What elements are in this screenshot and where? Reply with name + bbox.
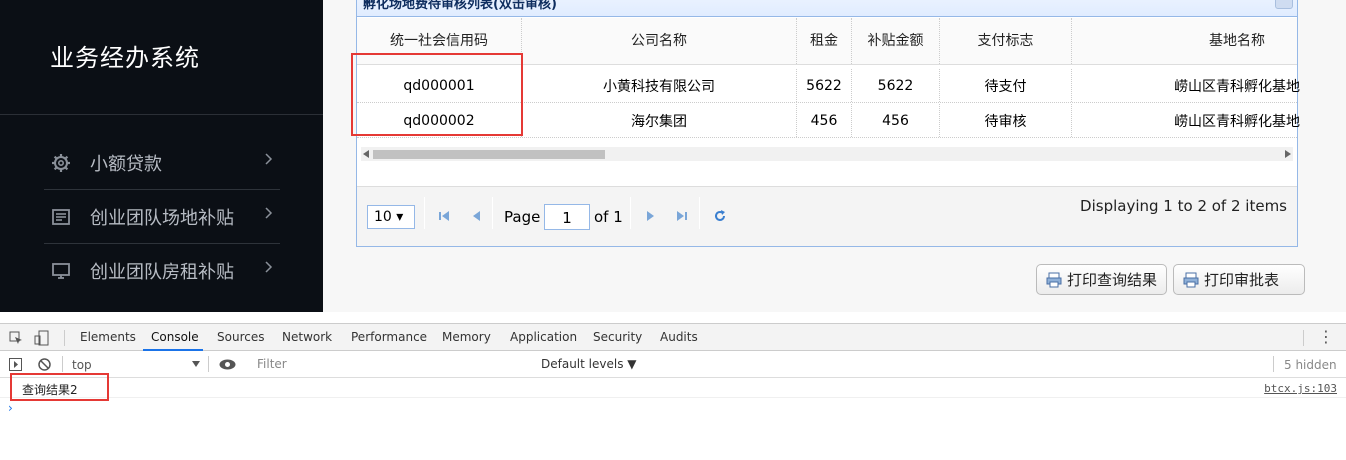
pager-separator <box>424 197 425 229</box>
column-header[interactable]: 基地名称 <box>1072 18 1346 64</box>
scroll-right-icon[interactable] <box>1285 150 1291 158</box>
app-title: 业务经办系统 <box>50 44 200 72</box>
cell-base-name: 崂山区青科孵化基地 <box>1174 78 1300 95</box>
first-page-icon[interactable] <box>437 209 451 223</box>
clear-console-icon[interactable] <box>38 358 51 371</box>
context-select[interactable]: top <box>72 358 92 372</box>
tab-separator <box>1303 330 1304 346</box>
sidebar-toggle-icon[interactable] <box>9 358 22 371</box>
pagination-info: Displaying 1 to 2 of 2 items <box>1080 197 1287 215</box>
tab-separator <box>64 330 65 346</box>
cell-pay-status: 待审核 <box>940 104 1072 137</box>
print-query-button[interactable]: 打印查询结果 <box>1036 264 1167 295</box>
console-prompt[interactable]: › <box>8 401 13 415</box>
cell-rent: 5622 <box>797 69 852 102</box>
tab-audits[interactable]: Audits <box>660 330 698 344</box>
sidebar-item-small-loan[interactable]: 小额贷款 <box>44 136 280 190</box>
sidebar-item-rent-subsidy[interactable]: 创业团队房租补贴 <box>44 244 280 298</box>
horizontal-scrollbar[interactable] <box>361 147 1293 161</box>
devtools-tabbar: Elements Console Sources Network Perform… <box>0 323 1346 351</box>
chevron-right-icon <box>265 153 273 165</box>
tab-elements[interactable]: Elements <box>80 330 136 344</box>
tab-security[interactable]: Security <box>593 330 642 344</box>
hidden-count: 5 hidden <box>1284 358 1337 372</box>
panel-header: 孵化场地费待审核列表(双击审核) <box>357 0 1297 17</box>
more-options-icon[interactable]: ⋮ <box>1318 327 1334 346</box>
cell-pay-status: 待支付 <box>940 69 1072 102</box>
sidebar-item-label: 小额贷款 <box>90 154 162 175</box>
sidebar-item-label: 创业团队房租补贴 <box>90 262 234 283</box>
page-number-input[interactable]: 1 <box>544 204 590 230</box>
column-header[interactable]: 补贴金额 <box>852 18 940 64</box>
print-query-label: 打印查询结果 <box>1067 271 1158 289</box>
cell-subsidy: 456 <box>852 104 940 137</box>
document-icon <box>52 209 70 225</box>
tab-sources[interactable]: Sources <box>217 330 264 344</box>
tab-application[interactable]: Application <box>510 330 577 344</box>
tab-network[interactable]: Network <box>282 330 332 344</box>
toolbar-separator <box>62 356 63 372</box>
pagination-bar: 10 ▾ Page 1 of 1 Displaying 1 to 2 of 2 … <box>357 186 1297 246</box>
highlight-box <box>351 53 523 136</box>
tab-memory[interactable]: Memory <box>442 330 491 344</box>
toolbar-separator <box>1273 356 1274 372</box>
refresh-icon[interactable] <box>713 209 727 223</box>
console-source-link[interactable]: btcx.js:103 <box>1264 382 1337 395</box>
last-page-icon[interactable] <box>675 209 689 223</box>
pager-separator <box>492 197 493 229</box>
print-approval-label: 打印审批表 <box>1204 271 1280 289</box>
column-header[interactable]: 公司名称 <box>522 18 797 64</box>
printer-icon <box>1183 272 1199 287</box>
sidebar-divider <box>0 114 323 115</box>
app-window: 业务经办系统 小额贷款 创业团队场地补贴 创业团队房租补贴 孵化场地费待审核列表… <box>0 0 1346 460</box>
cell-rent: 456 <box>797 104 852 137</box>
tab-performance[interactable]: Performance <box>351 330 427 344</box>
scrollbar-thumb[interactable] <box>373 150 605 159</box>
next-page-icon[interactable] <box>644 209 658 223</box>
sidebar-item-venue-subsidy[interactable]: 创业团队场地补贴 <box>44 190 280 244</box>
eye-icon[interactable] <box>219 359 236 370</box>
page-size-select[interactable]: 10 ▾ <box>367 205 415 229</box>
chevron-right-icon <box>265 207 273 219</box>
console-log-line: 查询结果2 btcx.js:103 <box>0 378 1346 398</box>
column-header[interactable]: 租金 <box>797 18 852 64</box>
cell-base-name: 崂山区青科孵化基地 <box>1174 113 1300 130</box>
chevron-right-icon <box>265 261 273 273</box>
page-count-label: of 1 <box>594 208 623 226</box>
cell-subsidy: 5622 <box>852 69 940 102</box>
device-toggle-icon[interactable] <box>34 330 50 346</box>
printer-icon <box>1046 272 1062 287</box>
collapse-icon[interactable] <box>1275 0 1293 9</box>
cell-company: 小黄科技有限公司 <box>522 69 797 102</box>
console-toolbar: top Filter Default levels ▼ 5 hidden <box>0 351 1346 378</box>
inspect-icon[interactable] <box>9 331 23 345</box>
log-levels-select[interactable]: Default levels ▼ <box>541 357 637 371</box>
monitor-icon <box>52 263 70 279</box>
cell-company: 海尔集团 <box>522 104 797 137</box>
tab-console[interactable]: Console <box>151 330 199 344</box>
gear-icon <box>52 154 70 172</box>
column-header[interactable]: 支付标志 <box>940 18 1072 64</box>
scroll-left-icon[interactable] <box>363 150 369 158</box>
panel-title: 孵化场地费待审核列表(双击审核) <box>363 0 557 12</box>
sidebar: 业务经办系统 小额贷款 创业团队场地补贴 创业团队房租补贴 <box>0 0 323 312</box>
page-label: Page <box>504 208 541 226</box>
prev-page-icon[interactable] <box>469 209 483 223</box>
dropdown-arrow-icon[interactable] <box>192 361 200 367</box>
console-filter-input[interactable]: Filter <box>253 355 533 374</box>
toolbar-separator <box>208 356 209 372</box>
print-approval-button[interactable]: 打印审批表 <box>1173 264 1305 295</box>
highlight-box <box>10 373 109 401</box>
sidebar-item-label: 创业团队场地补贴 <box>90 208 234 229</box>
pager-separator <box>630 197 631 229</box>
pager-separator <box>699 197 700 229</box>
